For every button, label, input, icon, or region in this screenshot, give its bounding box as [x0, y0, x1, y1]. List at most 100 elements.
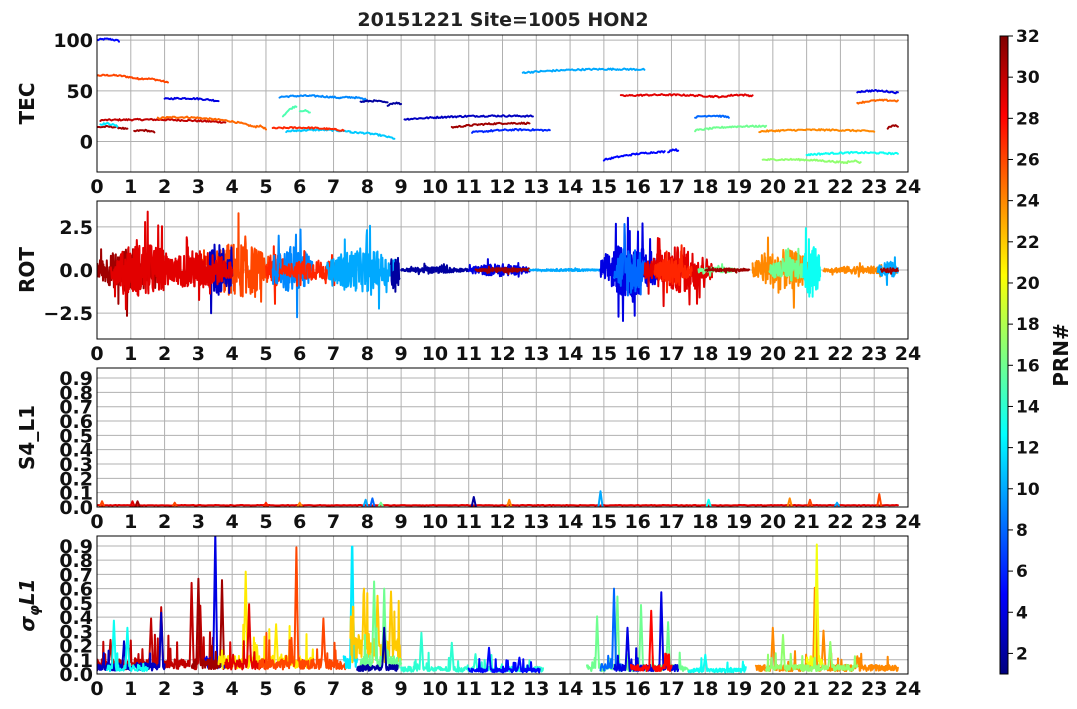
- colorbar-tick-label: 24: [1016, 192, 1040, 212]
- tec-series: [386, 101, 403, 107]
- x-tick-label: 9: [395, 678, 408, 700]
- x-tick-label: 11: [455, 511, 481, 533]
- x-tick-label: 6: [293, 511, 306, 533]
- y-tick-label: 50: [67, 81, 93, 103]
- rot-series: [109, 210, 180, 311]
- x-tick-label: 2: [158, 511, 171, 533]
- x-tick-label: 12: [489, 343, 515, 365]
- tec-series: [163, 96, 220, 103]
- x-tick-label: 17: [658, 343, 684, 365]
- tec-series: [667, 148, 680, 154]
- x-tick-label: 20: [760, 678, 786, 700]
- tec-series: [856, 98, 899, 105]
- x-tick-label: 15: [591, 343, 617, 365]
- x-tick-label: 16: [624, 343, 650, 365]
- x-tick-label: 2: [158, 678, 171, 700]
- y-tick-label: −2.5: [43, 303, 93, 325]
- x-tick-label: 21: [793, 176, 819, 198]
- y-axis-label: TEC: [15, 83, 39, 125]
- x-tick-label: 11: [455, 176, 481, 198]
- x-tick-label: 13: [523, 511, 549, 533]
- x-tick-label: 19: [726, 678, 752, 700]
- x-tick-label: 1: [124, 511, 137, 533]
- colorbar: 2468101214161820222426283032 PRN#: [999, 27, 1073, 675]
- tec-series: [97, 73, 139, 80]
- sigma-phi-series: [400, 631, 544, 673]
- x-tick-label: 22: [827, 511, 853, 533]
- x-tick-label: 20: [760, 511, 786, 533]
- x-tick-label: 10: [422, 511, 448, 533]
- rot-series: [768, 247, 808, 282]
- x-tick-label: 0: [90, 176, 103, 198]
- x-tick-label: 23: [861, 511, 887, 533]
- tec-series: [694, 114, 730, 119]
- tec-series: [349, 130, 396, 140]
- x-tick-label: 4: [226, 511, 239, 533]
- colorbar-tick-label: 32: [1016, 27, 1040, 47]
- colorbar-tick-label: 18: [1016, 315, 1040, 335]
- x-tick-label: 12: [489, 176, 515, 198]
- colorbar-tick-label: 4: [1016, 603, 1028, 623]
- x-tick-label: 1: [124, 678, 137, 700]
- x-tick-label: 4: [226, 678, 239, 700]
- y-tick-label: 0.0: [59, 497, 93, 519]
- x-tick-label: 2: [158, 343, 171, 365]
- x-tick-label: 2: [158, 176, 171, 198]
- x-tick-label: 22: [827, 176, 853, 198]
- x-tick-label: 21: [793, 343, 819, 365]
- colorbar-tick-label: 12: [1016, 439, 1040, 459]
- colorbar-tick-label: 30: [1016, 68, 1040, 88]
- tec-series: [805, 150, 899, 157]
- x-tick-label: 11: [455, 343, 481, 365]
- x-tick-label: 5: [259, 176, 272, 198]
- x-tick-label: 22: [827, 678, 853, 700]
- x-tick-label: 24: [895, 176, 921, 198]
- x-tick-label: 15: [591, 176, 617, 198]
- x-tick-label: 23: [861, 343, 887, 365]
- x-tick-label: 7: [327, 176, 340, 198]
- sigma-phi-series: [805, 543, 825, 669]
- x-tick-label: 20: [760, 176, 786, 198]
- x-tick-label: 10: [422, 678, 448, 700]
- tec-series: [298, 109, 311, 114]
- colorbar-tick-label: 26: [1016, 150, 1040, 170]
- x-tick-label: 19: [726, 343, 752, 365]
- x-tick-label: 9: [395, 176, 408, 198]
- x-tick-label: 21: [793, 511, 819, 533]
- x-tick-label: 19: [726, 176, 752, 198]
- colorbar-tick-label: 22: [1016, 233, 1040, 253]
- x-tick-label: 1: [124, 176, 137, 198]
- panel-2: 0 1 2 3 4 5 6 7 8 9 10 11 12 13 14 15 16 17 18 19 20 21 22 23 24…: [15, 367, 921, 533]
- tec-series: [521, 67, 646, 75]
- y-tick-label: 0.0: [59, 260, 93, 282]
- x-tick-label: 10: [422, 343, 448, 365]
- tec-series: [278, 94, 342, 100]
- s4-spike: [876, 493, 883, 507]
- panel-0: 0 1 2 3 4 5 6 7 8 9 10 11 12 13 14 15 16 17 18 19 20 21 22 23 24…: [15, 30, 921, 198]
- x-tick-label: 9: [395, 511, 408, 533]
- x-tick-label: 12: [489, 511, 515, 533]
- x-tick-label: 13: [523, 176, 549, 198]
- x-tick-label: 5: [259, 678, 272, 700]
- colorbar-tick-label: 28: [1016, 109, 1040, 129]
- x-tick-label: 17: [658, 678, 684, 700]
- panels: 0 1 2 3 4 5 6 7 8 9 10 11 12 13 14 15 16 17 18 19 20 21 22 23 24…: [15, 30, 921, 700]
- x-tick-label: 12: [489, 678, 515, 700]
- x-tick-label: 8: [361, 176, 374, 198]
- x-tick-label: 14: [557, 678, 583, 700]
- x-tick-label: 11: [455, 678, 481, 700]
- x-tick-label: 8: [361, 343, 374, 365]
- x-tick-label: 17: [658, 511, 684, 533]
- colorbar-tick-label: 16: [1016, 356, 1040, 376]
- x-tick-label: 1: [124, 343, 137, 365]
- x-tick-label: 3: [192, 511, 205, 533]
- panel-1: 0 1 2 3 4 5 6 7 8 9 10 11 12 13 14 15 16 17 18 19 20 21 22 23 24…: [15, 200, 921, 365]
- s4-spike: [597, 490, 604, 507]
- colorbar-tick-label: 2: [1016, 644, 1028, 664]
- y-tick-label: 100: [53, 30, 93, 52]
- rot-series: [802, 227, 822, 298]
- s4-baseline: [97, 504, 899, 507]
- x-tick-label: 4: [226, 176, 239, 198]
- rot-series: [528, 267, 605, 273]
- rot-series: [390, 256, 401, 293]
